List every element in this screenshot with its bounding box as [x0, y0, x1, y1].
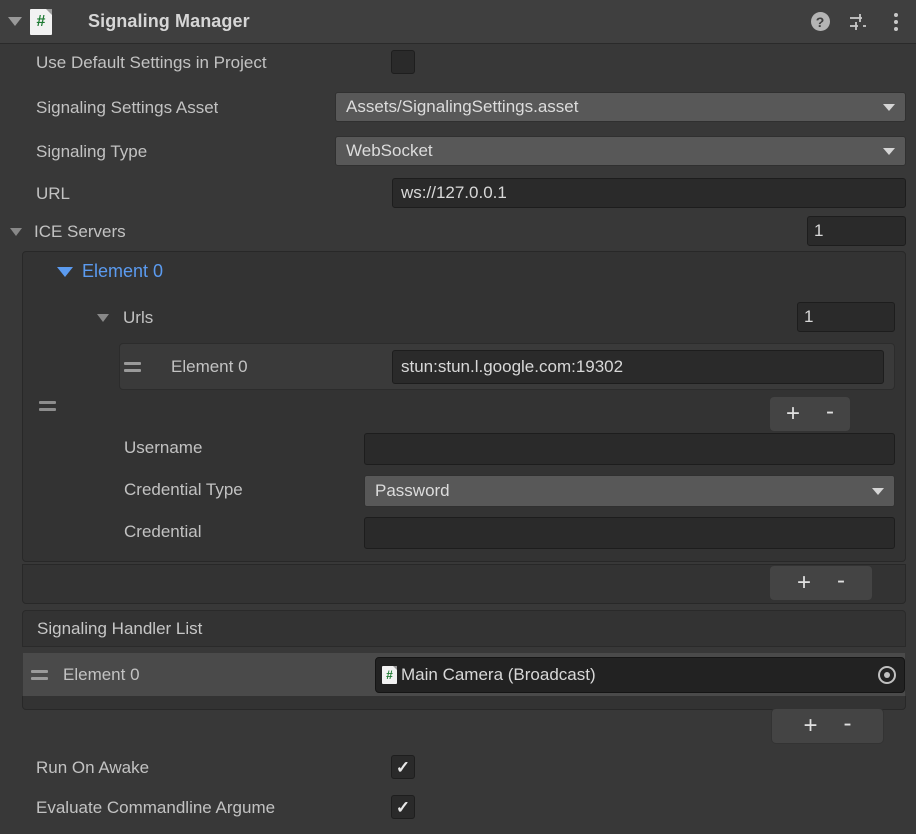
help-icon: ?: [810, 12, 830, 31]
urls-element-0-label: Element 0: [171, 357, 248, 376]
urls-size-input[interactable]: 1: [797, 302, 895, 332]
row-use-default-settings: Use Default Settings in Project: [0, 45, 916, 80]
more-menu-button[interactable]: [884, 10, 908, 34]
drag-handle-icon[interactable]: [119, 362, 145, 372]
signaling-settings-asset-dropdown[interactable]: Assets/SignalingSettings.asset: [335, 92, 906, 122]
chevron-down-icon: [8, 17, 22, 26]
urls-add-remove-bar: + -: [769, 396, 851, 432]
url-label: URL: [36, 184, 71, 203]
evaluate-commandline-checkbox[interactable]: ✓: [391, 795, 415, 819]
signaling-handler-element-0-object-field[interactable]: # Main Camera (Broadcast): [375, 657, 905, 693]
run-on-awake-label: Run On Awake: [36, 758, 150, 777]
ice-servers-size-input[interactable]: 1: [807, 216, 906, 246]
component-header: # Signaling Manager ?: [0, 0, 916, 44]
username-input[interactable]: [364, 433, 895, 465]
signaling-type-label: Signaling Type: [36, 142, 148, 161]
help-button[interactable]: ?: [808, 10, 832, 34]
csharp-script-icon: #: [382, 666, 397, 684]
row-ice-servers: ICE Servers 1: [0, 214, 916, 249]
signaling-type-value: WebSocket: [346, 141, 433, 160]
signaling-settings-asset-label: Signaling Settings Asset: [36, 98, 219, 117]
urls-foldout-toggle[interactable]: [95, 312, 111, 324]
target-circle-icon: [878, 666, 896, 684]
chevron-down-icon: [54, 266, 76, 277]
header-icon-group: ?: [808, 0, 908, 43]
ice-server-element-0-foldout[interactable]: Element 0: [54, 255, 354, 288]
chevron-down-icon: [883, 103, 895, 111]
use-default-settings-checkbox[interactable]: [391, 50, 415, 74]
preset-settings-icon: [850, 13, 866, 30]
chevron-down-icon: [872, 487, 884, 495]
urls-label: Urls: [123, 308, 154, 327]
row-signaling-type: Signaling Type WebSocket: [0, 134, 916, 169]
ice-server-element-0-drag-handle-icon[interactable]: [34, 396, 60, 416]
credential-type-label: Credential Type: [124, 480, 243, 499]
credential-type-dropdown[interactable]: Password: [364, 475, 895, 507]
credential-label: Credential: [124, 522, 202, 541]
urls-element-0-input[interactable]: stun:stun.l.google.com:19302: [392, 350, 884, 384]
ice-server-element-0-label: Element 0: [82, 261, 164, 281]
csharp-script-icon: #: [30, 8, 52, 35]
ice-servers-remove-button[interactable]: -: [837, 569, 845, 593]
script-icon-glyph: #: [36, 12, 46, 30]
urls-element-0-row: Element 0 stun:stun.l.google.com:19302: [119, 348, 895, 386]
use-default-settings-label: Use Default Settings in Project: [36, 53, 267, 72]
credential-input[interactable]: [364, 517, 895, 549]
signaling-handler-element-0-object-name: Main Camera (Broadcast): [401, 665, 596, 684]
signaling-handler-element-0-label: Element 0: [63, 664, 140, 684]
ice-servers-foldout-toggle[interactable]: [8, 226, 24, 238]
component-title: Signaling Manager: [88, 11, 250, 31]
chevron-down-icon: [10, 228, 22, 236]
checkmark-icon: ✓: [395, 797, 411, 817]
urls-add-button[interactable]: +: [786, 402, 800, 426]
evaluate-commandline-label: Evaluate Commandline Argume: [36, 798, 276, 817]
chevron-down-icon: [97, 314, 109, 322]
signaling-settings-asset-value: Assets/SignalingSettings.asset: [346, 97, 579, 116]
row-signaling-settings-asset: Signaling Settings Asset Assets/Signalin…: [0, 90, 916, 125]
row-urls: Urls 1: [0, 301, 916, 334]
ice-servers-add-button[interactable]: +: [797, 571, 811, 595]
signaling-handler-add-button[interactable]: +: [803, 714, 817, 738]
row-credential-type: Credential Type Password: [0, 473, 916, 507]
row-credential: Credential: [0, 515, 916, 549]
urls-remove-button[interactable]: -: [826, 400, 834, 424]
signaling-type-dropdown[interactable]: WebSocket: [335, 136, 906, 166]
username-label: Username: [124, 438, 203, 457]
ice-servers-add-remove-bar: + -: [769, 565, 873, 601]
signaling-handler-add-remove-bar: + -: [771, 708, 884, 744]
preset-button[interactable]: [846, 10, 870, 34]
script-icon-glyph: #: [386, 668, 393, 682]
signaling-handler-list-header: Signaling Handler List: [22, 610, 906, 647]
url-input[interactable]: ws://127.0.0.1: [392, 178, 906, 208]
checkmark-icon: ✓: [395, 757, 411, 777]
signaling-manager-inspector: # Signaling Manager ? Use Default Settin…: [0, 0, 916, 834]
signaling-handler-remove-button[interactable]: -: [844, 712, 852, 736]
component-foldout-toggle[interactable]: [0, 17, 30, 26]
signaling-handler-list-label: Signaling Handler List: [37, 618, 203, 638]
row-url: URL ws://127.0.0.1: [0, 176, 916, 211]
row-username: Username: [0, 431, 916, 465]
ice-servers-label: ICE Servers: [34, 222, 126, 241]
signaling-handler-element-0-row: Element 0 # Main Camera (Broadcast): [23, 653, 905, 696]
credential-type-value: Password: [375, 481, 450, 500]
object-picker-button[interactable]: [870, 658, 904, 692]
drag-handle-icon[interactable]: [23, 669, 55, 680]
run-on-awake-checkbox[interactable]: ✓: [391, 755, 415, 779]
kebab-menu-icon: [894, 12, 898, 31]
chevron-down-icon: [883, 147, 895, 155]
row-run-on-awake: Run On Awake ✓: [0, 750, 916, 785]
row-evaluate-commandline-arguments: Evaluate Commandline Argume ✓: [0, 790, 916, 825]
